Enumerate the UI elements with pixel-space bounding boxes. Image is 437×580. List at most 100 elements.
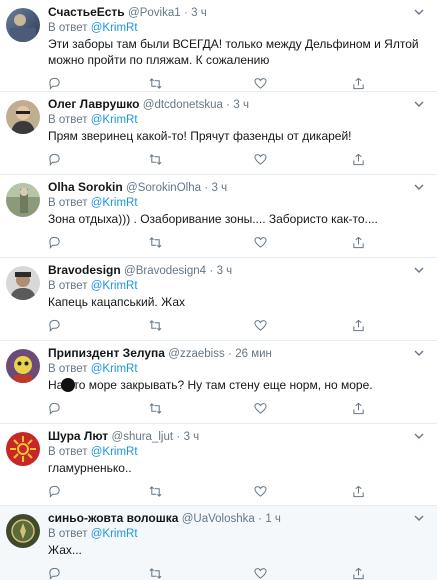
tweet-header: Olha Sorokin @SorokinOlha · 3 ч xyxy=(48,175,427,196)
timestamp[interactable]: 3 ч xyxy=(191,7,207,19)
tweet[interactable]: Припиздент Зелупа @zzaebiss · 26 мин В о… xyxy=(0,341,437,424)
reply-prefix: В ответ xyxy=(48,363,88,375)
author-name[interactable]: СчастьеЕсть xyxy=(48,5,125,19)
author-name[interactable]: Шура Лют xyxy=(48,429,108,443)
reply-icon[interactable] xyxy=(48,319,61,332)
reply-context: В ответ @KrimRt xyxy=(48,527,427,541)
separator-dot: · xyxy=(204,182,209,194)
share-icon[interactable] xyxy=(352,77,365,90)
tweet-text: Капець кацапський. Жах xyxy=(48,295,185,309)
like-icon[interactable] xyxy=(254,485,267,498)
like-icon[interactable] xyxy=(254,77,267,90)
share-icon[interactable] xyxy=(352,567,365,580)
like-icon[interactable] xyxy=(254,236,267,249)
chevron-down-icon[interactable] xyxy=(413,6,425,18)
share-icon[interactable] xyxy=(352,153,365,166)
like-icon[interactable] xyxy=(254,153,267,166)
avatar[interactable] xyxy=(6,266,40,300)
timestamp[interactable]: 3 ч xyxy=(233,99,249,111)
tweet-actions xyxy=(48,482,427,504)
mention-link[interactable]: @KrimRt xyxy=(91,363,138,375)
avatar[interactable] xyxy=(6,432,40,466)
author-name[interactable]: Olha Sorokin xyxy=(48,180,123,194)
reply-icon[interactable] xyxy=(48,153,61,166)
share-icon[interactable] xyxy=(352,236,365,249)
author-name[interactable]: Олег Лаврушко xyxy=(48,97,139,111)
share-icon[interactable] xyxy=(352,319,365,332)
mention-link[interactable]: @KrimRt xyxy=(91,114,138,126)
reply-context: В ответ @KrimRt xyxy=(48,362,427,376)
avatar[interactable] xyxy=(6,514,40,548)
chevron-down-icon[interactable] xyxy=(413,512,425,524)
reply-thread: СчастьеЕсть @Povika1 · 3 ч В ответ @Krim… xyxy=(0,0,437,580)
mention-link[interactable]: @KrimRt xyxy=(91,22,138,34)
tweet[interactable]: Bravodesign @Bravodesign4 · 3 ч В ответ … xyxy=(0,258,437,341)
tweet[interactable]: СчастьеЕсть @Povika1 · 3 ч В ответ @Krim… xyxy=(0,0,437,92)
reply-icon[interactable] xyxy=(48,485,61,498)
tweet[interactable]: Олег Лаврушко @dtcdonetskua · 3 ч В отве… xyxy=(0,92,437,175)
timestamp[interactable]: 1 ч xyxy=(265,513,281,525)
reply-icon[interactable] xyxy=(48,402,61,415)
author-handle[interactable]: @SorokinOlha xyxy=(126,182,201,194)
mention-link[interactable]: @KrimRt xyxy=(91,280,138,292)
separator-dot: · xyxy=(176,431,181,443)
reply-icon[interactable] xyxy=(48,236,61,249)
tweet-header: Олег Лаврушко @dtcdonetskua · 3 ч xyxy=(48,92,427,113)
timestamp[interactable]: 26 мин xyxy=(235,348,272,360)
tweet[interactable]: синьо-жовта волошка @UaVoloshka · 1 ч В … xyxy=(0,506,437,580)
retweet-icon[interactable] xyxy=(149,319,162,332)
author-handle[interactable]: @Bravodesign4 xyxy=(124,265,206,277)
chevron-down-icon[interactable] xyxy=(413,264,425,276)
author-handle[interactable]: @zzaebiss xyxy=(168,348,224,360)
timestamp[interactable]: 3 ч xyxy=(217,265,233,277)
mention-link[interactable]: @KrimRt xyxy=(91,197,138,209)
chevron-down-icon[interactable] xyxy=(413,181,425,193)
chevron-down-icon[interactable] xyxy=(413,98,425,110)
share-icon[interactable] xyxy=(352,402,365,415)
like-icon[interactable] xyxy=(254,567,267,580)
reply-icon[interactable] xyxy=(48,77,61,90)
reply-prefix: В ответ xyxy=(48,446,88,458)
reply-prefix: В ответ xyxy=(48,197,88,209)
avatar[interactable] xyxy=(6,8,40,42)
tweet-text: На то море закрывать? Ну там стену еще но… xyxy=(48,376,427,393)
chevron-down-icon[interactable] xyxy=(413,430,425,442)
retweet-icon[interactable] xyxy=(149,485,162,498)
chevron-down-icon[interactable] xyxy=(413,347,425,359)
author-handle[interactable]: @dtcdonetskua xyxy=(143,99,223,111)
mention-link[interactable]: @KrimRt xyxy=(91,446,138,458)
author-handle[interactable]: @Povika1 xyxy=(128,7,181,19)
avatar[interactable] xyxy=(6,183,40,217)
reply-prefix: В ответ xyxy=(48,280,88,292)
timestamp[interactable]: 3 ч xyxy=(184,431,200,443)
author-handle[interactable]: @shura_ljut xyxy=(112,431,174,443)
reply-icon[interactable] xyxy=(48,567,61,580)
retweet-icon[interactable] xyxy=(149,236,162,249)
retweet-icon[interactable] xyxy=(149,153,162,166)
separator-dot: · xyxy=(228,348,232,360)
reply-context: В ответ @KrimRt xyxy=(48,279,427,293)
retweet-icon[interactable] xyxy=(149,77,162,90)
tweet-text: Зона отдыха))) . Озаборивание зоны.... З… xyxy=(48,212,378,226)
reply-context: В ответ @KrimRt xyxy=(48,196,427,210)
tweet[interactable]: Olha Sorokin @SorokinOlha · 3 ч В ответ … xyxy=(0,175,437,258)
avatar[interactable] xyxy=(6,100,40,134)
mention-link[interactable]: @KrimRt xyxy=(91,528,138,540)
avatar[interactable] xyxy=(6,349,40,383)
retweet-icon[interactable] xyxy=(149,402,162,415)
like-icon[interactable] xyxy=(254,402,267,415)
retweet-icon[interactable] xyxy=(149,567,162,580)
tweet[interactable]: Шура Лют @shura_ljut · 3 ч В ответ @Krim… xyxy=(0,424,437,506)
author-name[interactable]: синьо-жовта волошка xyxy=(48,511,178,525)
tweet-header: Припиздент Зелупа @zzaebiss · 26 мин xyxy=(48,341,427,362)
tweet-actions xyxy=(48,316,427,338)
share-icon[interactable] xyxy=(352,485,365,498)
like-icon[interactable] xyxy=(254,319,267,332)
author-name[interactable]: Bravodesign xyxy=(48,263,121,277)
timestamp[interactable]: 3 ч xyxy=(212,182,228,194)
tweet-text-end: то море закрывать? Ну там стену еще норм… xyxy=(73,378,373,392)
tweet-actions xyxy=(48,150,427,172)
author-name[interactable]: Припиздент Зелупа xyxy=(48,346,165,360)
author-handle[interactable]: @UaVoloshka xyxy=(182,513,255,525)
reply-context: В ответ @KrimRt xyxy=(48,445,427,459)
